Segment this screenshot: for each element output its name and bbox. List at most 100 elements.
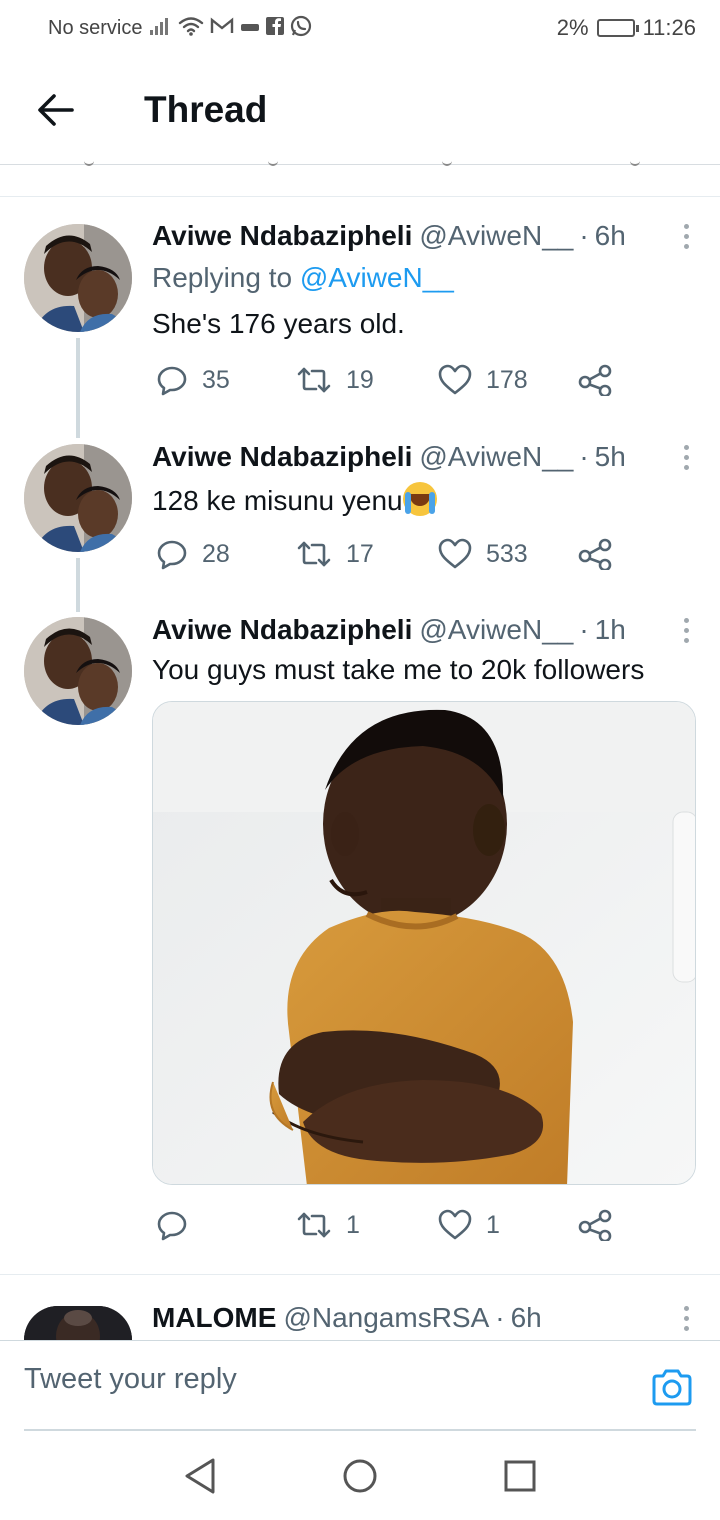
avatar[interactable] bbox=[24, 617, 132, 725]
clock: 11:26 bbox=[642, 15, 696, 40]
tweet-time[interactable]: 6h bbox=[511, 1302, 542, 1334]
battery-percent: 2% bbox=[556, 15, 589, 40]
more-options-icon[interactable] bbox=[676, 444, 696, 470]
message-icon bbox=[240, 18, 260, 39]
like-count: 1 bbox=[486, 1210, 500, 1239]
thread-connector bbox=[76, 338, 80, 438]
replying-to-label: Replying to bbox=[152, 262, 300, 293]
reply-button[interactable] bbox=[156, 1205, 202, 1245]
share-icon bbox=[578, 364, 612, 396]
page-title: Thread bbox=[144, 89, 268, 130]
author-handle[interactable]: @AviweN__ bbox=[419, 441, 573, 473]
retweet-button[interactable]: 19 bbox=[296, 360, 374, 400]
carrier-label: No service bbox=[48, 16, 143, 39]
tweet-actions: 1 1 bbox=[152, 1205, 622, 1245]
author-handle[interactable]: @AviweN__ bbox=[419, 220, 573, 252]
retweet-button[interactable]: 17 bbox=[296, 534, 374, 574]
more-options-icon[interactable] bbox=[676, 1305, 696, 1331]
tweet-time[interactable]: 6h bbox=[595, 220, 626, 252]
share-icon bbox=[578, 538, 612, 570]
separator-dot: · bbox=[495, 1302, 505, 1333]
square-recents-icon bbox=[504, 1460, 536, 1492]
reply-icon bbox=[157, 1211, 187, 1241]
status-bar: No service 2% 11:26 bbox=[0, 0, 720, 56]
author-handle[interactable]: @NangamsRSA bbox=[283, 1302, 489, 1334]
thread-connector bbox=[76, 558, 80, 612]
back-button[interactable] bbox=[26, 80, 86, 140]
share-button[interactable] bbox=[578, 1205, 612, 1245]
like-count: 533 bbox=[486, 539, 528, 568]
retweet-count: 19 bbox=[346, 365, 374, 394]
tweet-text: You guys must take me to 20k followers bbox=[152, 654, 645, 685]
author-name[interactable]: MALOME bbox=[152, 1302, 276, 1334]
heart-icon bbox=[438, 538, 472, 569]
tweet-header: Aviwe Ndabazipheli @AviweN__ · 5h bbox=[152, 439, 696, 475]
reply-button[interactable]: 35 bbox=[156, 360, 230, 400]
like-button[interactable]: 533 bbox=[438, 534, 528, 574]
tweet-actions: 28 17 533 bbox=[152, 534, 622, 574]
tweet-time[interactable]: 1h bbox=[595, 614, 626, 646]
author-name[interactable]: Aviwe Ndabazipheli bbox=[152, 441, 412, 473]
author-handle[interactable]: @AviweN__ bbox=[419, 614, 573, 646]
gmail-icon bbox=[210, 17, 234, 40]
retweet-icon bbox=[297, 1212, 331, 1238]
tweet-header: Aviwe Ndabazipheli @AviweN__ · 6h bbox=[152, 218, 696, 254]
replying-to: Replying to @AviweN__ bbox=[152, 262, 454, 294]
avatar[interactable] bbox=[24, 1306, 132, 1340]
heart-icon bbox=[438, 364, 472, 395]
tweet-text: 128 ke misunu yenu bbox=[152, 482, 696, 517]
more-options-icon[interactable] bbox=[676, 223, 696, 249]
separator-dot: · bbox=[579, 220, 589, 251]
like-count: 178 bbox=[486, 365, 528, 394]
retweet-button[interactable]: 1 bbox=[296, 1205, 360, 1245]
previous-tweet-actions-partial bbox=[0, 160, 720, 172]
camera-icon bbox=[652, 1369, 692, 1406]
replying-to-mention[interactable]: @AviweN__ bbox=[300, 262, 454, 293]
author-name[interactable]: Aviwe Ndabazipheli bbox=[152, 614, 412, 646]
more-options-icon[interactable] bbox=[676, 617, 696, 643]
nav-home-button[interactable] bbox=[335, 1451, 385, 1501]
triangle-back-icon bbox=[185, 1458, 215, 1494]
arrow-left-icon bbox=[38, 94, 74, 126]
avatar[interactable] bbox=[24, 444, 132, 552]
tweet-divider bbox=[0, 1274, 720, 1275]
share-button[interactable] bbox=[578, 534, 612, 574]
retweet-count: 1 bbox=[346, 1210, 360, 1239]
retweet-icon bbox=[297, 367, 331, 393]
separator-dot: · bbox=[579, 614, 589, 645]
facebook-icon bbox=[266, 16, 285, 40]
reply-composer: Tweet your reply bbox=[0, 1340, 720, 1431]
tweet-time[interactable]: 5h bbox=[595, 441, 626, 473]
status-left: No service bbox=[48, 15, 312, 42]
tweet-actions: 35 19 178 bbox=[152, 360, 622, 400]
tweet-text: She's 176 years old. bbox=[152, 308, 405, 339]
like-button[interactable]: 178 bbox=[438, 360, 528, 400]
battery-icon bbox=[596, 19, 639, 37]
reply-count: 28 bbox=[202, 539, 230, 568]
nav-back-button[interactable] bbox=[175, 1451, 225, 1501]
section-divider bbox=[0, 196, 720, 197]
nav-recents-button[interactable] bbox=[495, 1451, 545, 1501]
whatsapp-icon bbox=[290, 15, 312, 42]
author-name[interactable]: Aviwe Ndabazipheli bbox=[152, 220, 412, 252]
separator-dot: · bbox=[579, 441, 589, 472]
tweet-media-photo[interactable] bbox=[152, 701, 696, 1185]
status-right: 2% 11:26 bbox=[557, 15, 696, 41]
circle-home-icon bbox=[343, 1459, 377, 1493]
composer-underline bbox=[24, 1429, 696, 1431]
app-header: Thread bbox=[0, 56, 720, 164]
reply-count: 35 bbox=[202, 365, 230, 394]
tweet-header: MALOME @NangamsRSA · 6h bbox=[152, 1300, 696, 1336]
like-button[interactable]: 1 bbox=[438, 1205, 500, 1245]
avatar[interactable] bbox=[24, 224, 132, 332]
reply-icon bbox=[157, 366, 187, 396]
loudly-crying-face-emoji bbox=[402, 482, 437, 516]
camera-button[interactable] bbox=[650, 1367, 694, 1407]
retweet-count: 17 bbox=[346, 539, 374, 568]
reply-input[interactable]: Tweet your reply bbox=[24, 1363, 237, 1396]
reply-button[interactable]: 28 bbox=[156, 534, 230, 574]
tweet-header: Aviwe Ndabazipheli @AviweN__ · 1h bbox=[152, 612, 696, 648]
tweet-text-content: 128 ke misunu yenu bbox=[152, 485, 403, 516]
share-button[interactable] bbox=[578, 360, 612, 400]
system-nav-bar bbox=[0, 1432, 720, 1520]
